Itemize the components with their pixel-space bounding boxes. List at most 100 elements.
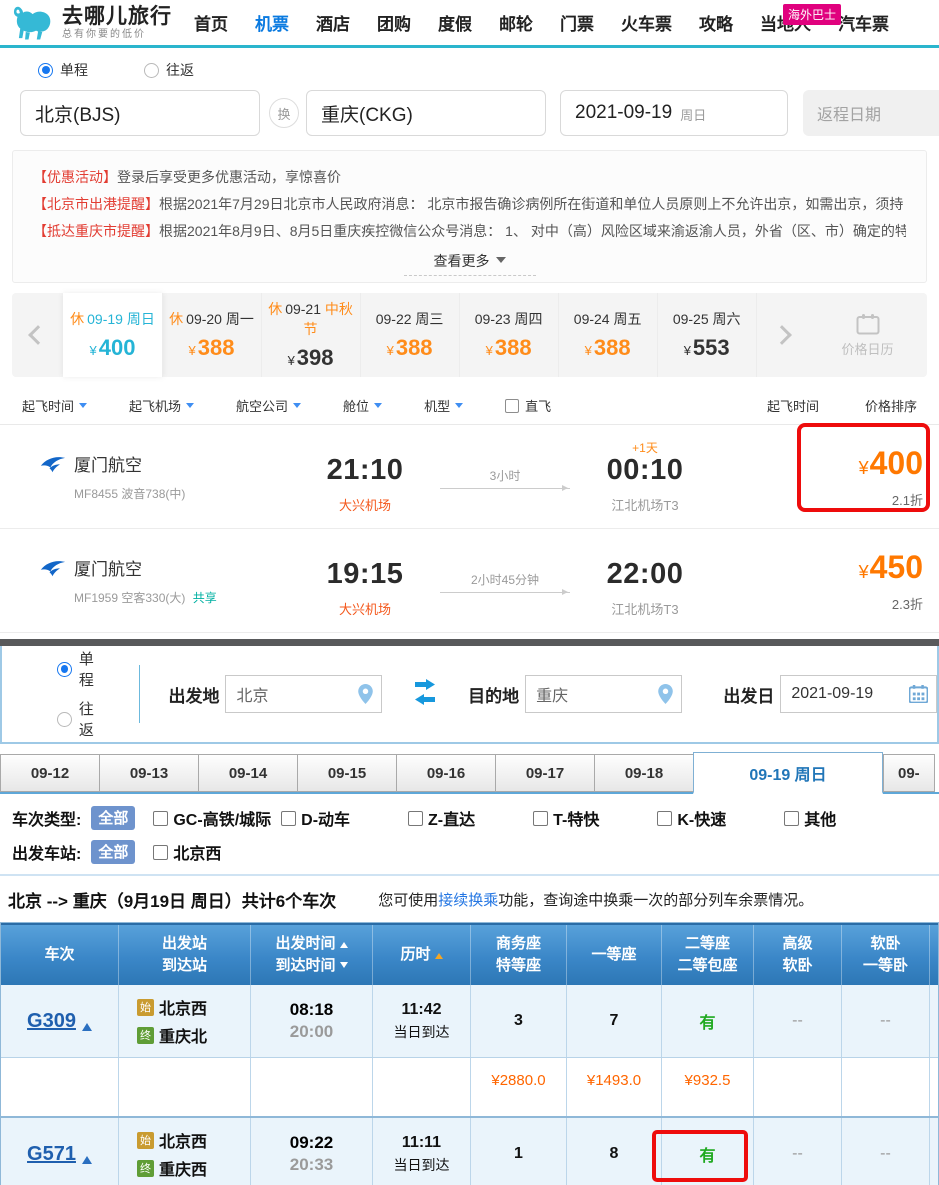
train-type-t-checkbox[interactable]: T-特快 (533, 806, 599, 830)
terminal-badge: 终 (137, 1160, 154, 1177)
departure-block: 21:10 大兴机场 (300, 439, 430, 514)
flight-oneway-radio[interactable]: 单程 (38, 60, 88, 80)
train-type-all-badge[interactable]: 全部 (91, 806, 135, 830)
date-tab-0923[interactable]: 09-23 周四 ¥388 (460, 293, 559, 377)
terminal-badge: 终 (137, 1027, 154, 1044)
train-from-input[interactable]: 北京 (225, 675, 382, 713)
collapse-icon[interactable] (82, 1152, 92, 1164)
flight-roundtrip-radio[interactable]: 往返 (144, 60, 194, 80)
train-tab-next-partial[interactable]: 09- (883, 754, 935, 792)
station-all-badge[interactable]: 全部 (91, 840, 135, 864)
train-tab-0915[interactable]: 09-15 (297, 754, 396, 792)
price-block[interactable]: ¥400 2.1折 (789, 445, 939, 509)
swap-cities-button[interactable]: 换 (269, 98, 299, 128)
train-tab-0918[interactable]: 09-18 (594, 754, 693, 792)
train-tab-0917[interactable]: 09-17 (495, 754, 594, 792)
chevron-down-icon (496, 257, 506, 268)
transfer-link[interactable]: 接续换乘 (438, 892, 498, 909)
train-type-k-checkbox[interactable]: K-快速 (657, 806, 726, 830)
col-times-sort[interactable]: 出发时间 到达时间 (251, 925, 373, 985)
date-tab-0924[interactable]: 09-24 周五 ¥388 (559, 293, 658, 377)
sort-asc-icon[interactable] (340, 938, 348, 948)
return-date-field[interactable]: 返程日期 (803, 90, 939, 136)
qunar-camel-logo-icon (12, 3, 56, 43)
radio-dot (57, 662, 72, 677)
sort-by-time-button[interactable]: 起飞时间 (767, 396, 819, 415)
route-summary: 北京 --> 重庆（9月19日 周日）共计6个车次 (8, 887, 336, 912)
business-seats: 3 (514, 1012, 523, 1030)
sort-active-icon (435, 949, 443, 959)
train-tab-0914[interactable]: 09-14 (198, 754, 297, 792)
checkbox[interactable] (533, 811, 548, 826)
discount-label: 2.3折 (789, 594, 923, 613)
nav-cruise[interactable]: 邮轮 (499, 10, 533, 35)
train-link-g309[interactable]: G309 (27, 1010, 76, 1033)
train-link-g571[interactable]: G571 (27, 1143, 76, 1166)
price-block[interactable]: ¥450 2.3折 (789, 549, 939, 613)
filter-cabin[interactable]: 舱位 (343, 396, 382, 415)
carousel-next-button[interactable] (757, 293, 808, 377)
flight-row-mf8455[interactable]: 厦门航空 MF8455 波音738(中) 21:10 大兴机场 3小时 +1天 … (0, 425, 939, 529)
filter-aircraft[interactable]: 机型 (424, 396, 463, 415)
date-tab-0919[interactable]: 休09-19 周日 ¥400 (63, 293, 162, 377)
origin-station: 北京西 (159, 1128, 207, 1152)
carousel-prev-button[interactable] (12, 293, 63, 377)
train-type-d-checkbox[interactable]: D-动车 (281, 806, 350, 830)
train-date-input[interactable]: 2021-09-19 (780, 675, 937, 713)
train-type-label: 车次类型: (12, 806, 81, 830)
filter-depart-airport[interactable]: 起飞机场 (129, 396, 194, 415)
train-type-other-checkbox[interactable]: 其他 (784, 806, 836, 830)
depart-day-value: 周日 (680, 105, 706, 124)
date-tab-0925[interactable]: 09-25 周六 ¥553 (658, 293, 757, 377)
nav-hotels[interactable]: 酒店 (316, 10, 350, 35)
train-tab-0916[interactable]: 09-16 (396, 754, 495, 792)
nav-flights[interactable]: 机票 (255, 10, 289, 35)
train-tab-0913[interactable]: 09-13 (99, 754, 198, 792)
filter-airline[interactable]: 航空公司 (236, 396, 301, 415)
flight-row-mf1959[interactable]: 厦门航空 MF1959 空客330(大) 共享 19:15 大兴机场 2小时45… (0, 529, 939, 633)
checkbox[interactable] (153, 845, 168, 860)
train-type-gc-checkbox[interactable]: GC-高铁/城际 (153, 806, 271, 830)
flight-to-field[interactable]: 重庆(CKG) (306, 90, 546, 136)
train-to-input[interactable]: 重庆 (525, 675, 682, 713)
duration: 11:42 (401, 1001, 441, 1019)
checkbox[interactable] (281, 811, 296, 826)
date-tab-0920[interactable]: 休09-20 周一 ¥388 (163, 293, 262, 377)
train-results-summary: 北京 --> 重庆（9月19日 周日）共计6个车次 您可使用接续换乘功能，查询途… (0, 876, 939, 922)
checkbox[interactable] (784, 811, 799, 826)
nav-vacation[interactable]: 度假 (438, 10, 472, 35)
depart-date-field[interactable]: 2021-09-19 周日 (560, 90, 788, 136)
checkbox[interactable] (153, 811, 168, 826)
date-tab-0921[interactable]: 休09-21 中秋节 ¥398 (262, 293, 361, 377)
nav-home[interactable]: 首页 (194, 10, 228, 35)
swap-stations-button[interactable] (412, 679, 438, 710)
checkbox[interactable] (505, 399, 519, 413)
train-type-z-checkbox[interactable]: Z-直达 (408, 806, 475, 830)
checkbox[interactable] (657, 811, 672, 826)
train-roundtrip-radio[interactable]: 往返 (57, 698, 109, 740)
train-tab-0912[interactable]: 09-12 (0, 754, 99, 792)
date-tab-0922[interactable]: 09-22 周三 ¥388 (361, 293, 460, 377)
sort-desc-icon[interactable] (340, 962, 348, 972)
nav-deals[interactable]: 团购 (377, 10, 411, 35)
train-oneway-radio[interactable]: 单程 (57, 648, 109, 690)
nav-tickets[interactable]: 门票 (560, 10, 594, 35)
station-beijingxi-checkbox[interactable]: 北京西 (153, 840, 221, 864)
nav-guides[interactable]: 攻略 (699, 10, 733, 35)
filter-depart-time[interactable]: 起飞时间 (22, 396, 87, 415)
sort-by-price-button[interactable]: 价格排序 (865, 396, 917, 415)
price-calendar-button[interactable]: 价格日历 (808, 293, 927, 377)
train-tab-0919-selected[interactable]: 09-19 周日 (693, 752, 883, 794)
flight-from-field[interactable]: 北京(BJS) (20, 90, 260, 136)
chevron-down-icon (374, 403, 382, 412)
qunar-logo[interactable]: 去哪儿旅行 总有你要的低价 (12, 3, 172, 43)
oneway-label: 单程 (60, 60, 88, 80)
nav-bus[interactable]: 汽车票 (838, 10, 889, 35)
checkbox[interactable] (408, 811, 423, 826)
see-more-button[interactable]: 查看更多 (404, 251, 536, 276)
collapse-icon[interactable] (82, 1019, 92, 1031)
col-duration-sort[interactable]: 历时 (373, 925, 471, 985)
col-train-no[interactable]: 车次 (1, 925, 119, 985)
nav-train[interactable]: 火车票 (621, 10, 672, 35)
direct-flight-checkbox[interactable]: 直飞 (505, 396, 551, 415)
